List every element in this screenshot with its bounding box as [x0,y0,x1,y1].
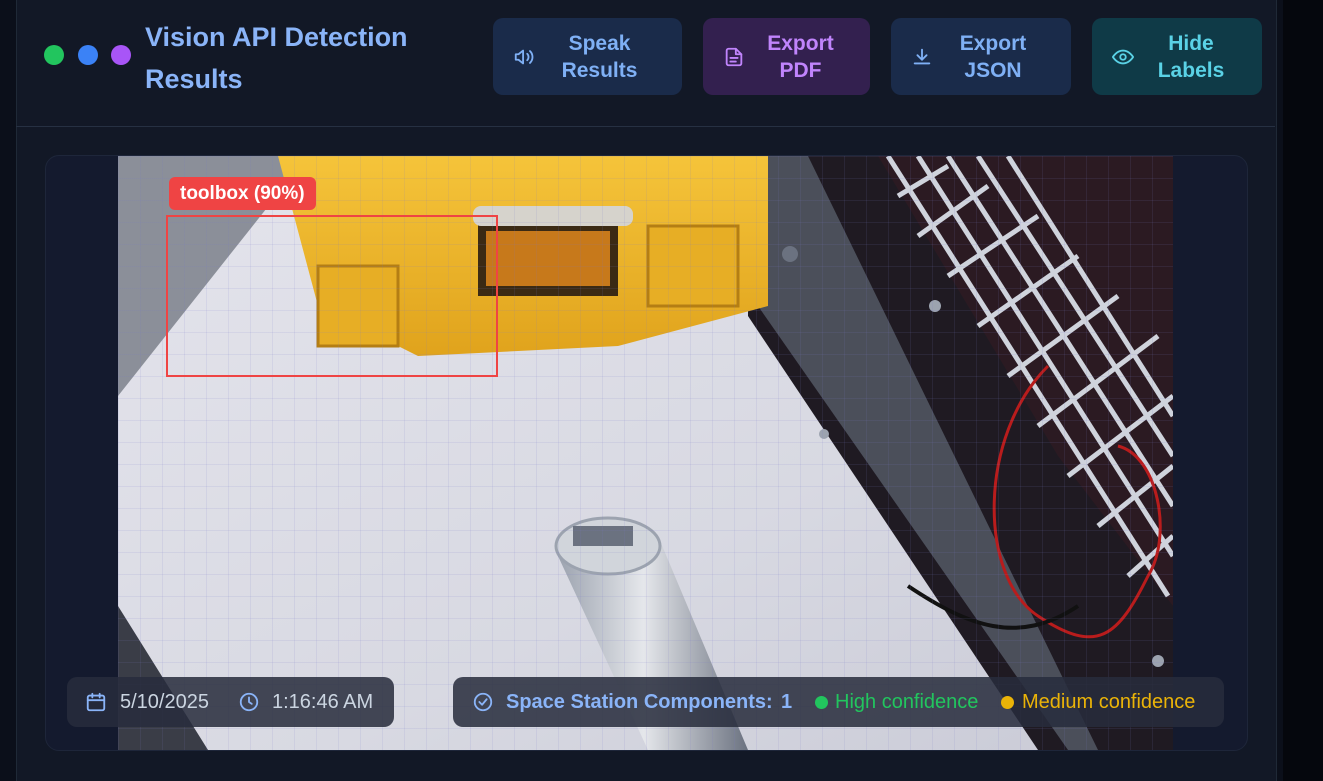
window-dot-blue [78,45,98,65]
page-title: Vision API Detection Results [145,22,408,94]
speak-results-button[interactable]: Speak Results [493,18,682,95]
detection-bounding-box[interactable] [166,215,498,377]
header-bar: Vision API Detection Results Speak Resul… [16,0,1275,127]
window-dot-green [44,45,64,65]
category-label: Space Station Components: [506,691,773,713]
speak-results-label: Speak Results [561,32,638,82]
window-dot-purple [111,45,131,65]
clock-icon [239,692,259,712]
export-json-button[interactable]: Export JSON [891,18,1071,95]
page-scroll-gutter [1283,0,1323,781]
check-circle-icon [473,692,493,712]
detection-label: toolbox (90%) [169,177,316,210]
export-pdf-button[interactable]: Export PDF [703,18,870,95]
legend-dot-high [815,696,828,709]
hide-labels-label: Hide Labels [1157,32,1225,82]
export-json-label: Export JSON [959,32,1027,82]
legend-label-high: High confidence [835,691,979,713]
calendar-icon [86,692,106,712]
detection-summary-pill: Space Station Components: 1 High confide… [453,677,1224,727]
time-text: 1:16:46 AM [272,691,374,713]
hide-labels-button[interactable]: Hide Labels [1092,18,1262,95]
date-text: 5/10/2025 [120,691,209,713]
export-pdf-label: Export PDF [767,32,834,82]
legend-dot-medium [1001,696,1014,709]
legend-label-medium: Medium confidence [1022,691,1196,713]
timestamp-pill: 5/10/2025 1:16:46 AM [67,677,394,727]
category-count: 1 [781,691,793,713]
